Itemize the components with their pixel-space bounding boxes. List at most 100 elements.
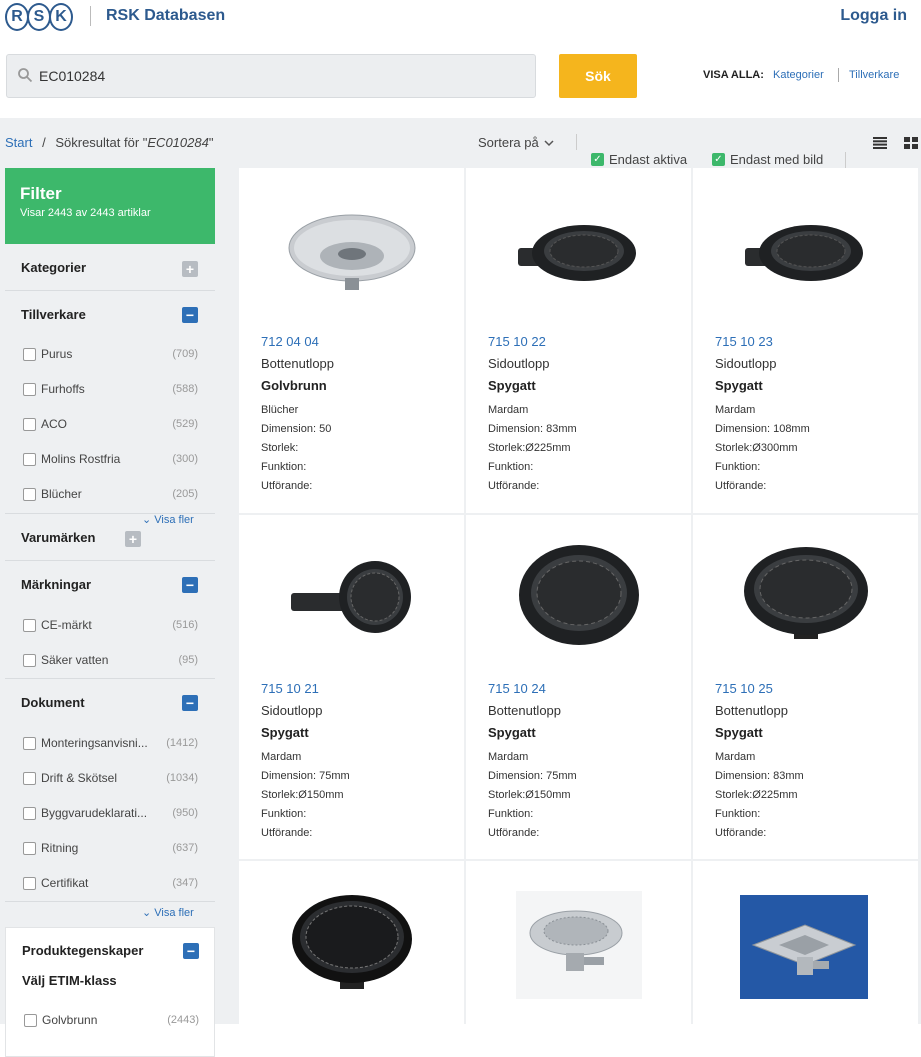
filter-option[interactable]: ACO (529)	[23, 417, 198, 431]
product-function: Funktion:	[261, 461, 307, 473]
breadcrumb-text: Sökresultat för "	[55, 135, 148, 150]
only-image-checkbox[interactable]: ✓ Endast med bild	[712, 152, 823, 167]
product-image[interactable]	[693, 168, 918, 328]
section-title[interactable]: Dokument	[21, 695, 85, 710]
product-number[interactable]: 715 10 25	[715, 681, 773, 696]
product-image[interactable]	[466, 168, 691, 328]
product-card[interactable]: 712 04 04 Bottenutlopp Golvbrunn Blücher…	[239, 168, 464, 513]
product-image[interactable]	[239, 515, 464, 675]
collapse-icon[interactable]: −	[182, 307, 198, 323]
option-count: (637)	[172, 842, 198, 854]
show-more-link[interactable]: ⌄ Visa fler	[142, 513, 194, 526]
section-title[interactable]: Varumärken	[21, 530, 95, 545]
collapse-icon[interactable]: −	[182, 695, 198, 711]
login-link[interactable]: Logga in	[840, 7, 907, 25]
filter-option[interactable]: Purus (709)	[23, 347, 198, 361]
product-dimension: Dimension: 75mm	[488, 770, 577, 782]
only-active-checkbox[interactable]: ✓ Endast aktiva	[591, 152, 687, 167]
product-number[interactable]: 715 10 24	[488, 681, 546, 696]
product-size: Storlek:	[261, 442, 299, 454]
search-button[interactable]: Sök	[559, 54, 637, 98]
brand-title[interactable]: RSK Databasen	[106, 7, 225, 25]
product-number[interactable]: 715 10 21	[261, 681, 319, 696]
product-size: Storlek:Ø150mm	[261, 789, 344, 801]
product-function: Funktion:	[488, 808, 534, 820]
checkbox[interactable]	[23, 347, 36, 361]
product-function: Funktion:	[715, 808, 761, 820]
filter-header: Filter Visar 2443 av 2443 artiklar	[5, 168, 215, 244]
checkbox[interactable]	[23, 618, 36, 632]
section-title[interactable]: Kategorier	[21, 260, 86, 275]
product-card[interactable]	[693, 861, 918, 1024]
filter-option[interactable]: Säker vatten (95)	[23, 653, 198, 667]
product-card[interactable]	[239, 861, 464, 1024]
list-view-icon[interactable]	[873, 137, 887, 149]
checkbox[interactable]	[23, 771, 36, 785]
option-label: CE-märkt	[41, 618, 92, 632]
visa-tillverkare-link[interactable]: Tillverkare	[849, 69, 899, 81]
product-dimension: Dimension: 50	[261, 423, 332, 435]
product-card[interactable]	[466, 861, 691, 1024]
visa-kategorier-link[interactable]: Kategorier	[773, 69, 824, 81]
filter-option[interactable]: Blücher (205)	[23, 487, 198, 501]
sort-dropdown[interactable]: Sortera på	[478, 135, 554, 150]
only-image-label: Endast med bild	[730, 152, 824, 167]
product-design: Utförande:	[261, 480, 313, 492]
checkbox[interactable]	[24, 1013, 37, 1027]
section-title[interactable]: Tillverkare	[21, 307, 86, 322]
filter-option[interactable]: Furhoffs (588)	[23, 382, 198, 396]
checkbox[interactable]	[23, 806, 36, 820]
product-image[interactable]	[466, 861, 691, 1021]
filter-option[interactable]: CE-märkt (516)	[23, 618, 198, 632]
option-label: Drift & Skötsel	[41, 771, 118, 785]
breadcrumb-start-link[interactable]: Start	[5, 135, 32, 150]
product-number[interactable]: 712 04 04	[261, 334, 319, 349]
filter-option[interactable]: Byggvarudeklarati... (950)	[23, 806, 198, 820]
checkbox[interactable]	[23, 876, 36, 890]
expand-icon[interactable]: +	[182, 261, 198, 277]
breadcrumb: Start / Sökresultat för "EC010284"	[5, 135, 213, 150]
checkbox[interactable]	[23, 736, 36, 750]
product-image[interactable]	[239, 861, 464, 1021]
checkbox[interactable]	[23, 417, 36, 431]
chevron-down-icon	[544, 140, 554, 147]
product-type: Sidoutlopp	[715, 356, 777, 371]
option-count: (709)	[172, 348, 198, 360]
checkbox[interactable]	[23, 452, 36, 466]
filter-option[interactable]: Ritning (637)	[23, 841, 198, 855]
breadcrumb-quote: "	[208, 135, 214, 150]
rsk-logo[interactable]: R S K	[5, 3, 73, 31]
search-input[interactable]	[39, 55, 519, 97]
checkbox[interactable]	[23, 487, 36, 501]
product-image[interactable]	[239, 168, 464, 328]
product-card[interactable]: 715 10 21 Sidoutlopp Spygatt Mardam Dime…	[239, 515, 464, 859]
product-image[interactable]	[466, 515, 691, 675]
checkbox[interactable]	[23, 382, 36, 396]
filter-option[interactable]: Drift & Skötsel (1034)	[23, 771, 198, 785]
filter-option[interactable]: Molins Rostfria (300)	[23, 452, 198, 466]
collapse-icon[interactable]: −	[183, 943, 199, 959]
section-tillverkare: Tillverkare − Purus (709) Furhoffs (588) A…	[5, 291, 215, 514]
filter-option[interactable]: Golvbrunn (2443)	[24, 1013, 199, 1027]
product-card[interactable]: 715 10 22 Sidoutlopp Spygatt Mardam Dime…	[466, 168, 691, 513]
filter-option[interactable]: Certifikat (347)	[23, 876, 198, 890]
product-dimension: Dimension: 108mm	[715, 423, 810, 435]
product-function: Funktion:	[488, 461, 534, 473]
product-image[interactable]	[693, 515, 918, 675]
grid-view-icon[interactable]	[904, 137, 918, 149]
filter-option[interactable]: Monteringsanvisni... (1412)	[23, 736, 198, 750]
product-category: Spygatt	[488, 725, 536, 740]
product-card[interactable]: 715 10 24 Bottenutlopp Spygatt Mardam Di…	[466, 515, 691, 859]
product-image[interactable]	[693, 861, 918, 1021]
section-title[interactable]: Produktegenskaper	[22, 943, 143, 958]
section-title[interactable]: Märkningar	[21, 577, 91, 592]
expand-icon[interactable]: +	[125, 531, 141, 547]
checkbox[interactable]	[23, 841, 36, 855]
product-number[interactable]: 715 10 23	[715, 334, 773, 349]
checkbox[interactable]	[23, 653, 36, 667]
collapse-icon[interactable]: −	[182, 577, 198, 593]
product-type: Sidoutlopp	[488, 356, 550, 371]
product-card[interactable]: 715 10 23 Sidoutlopp Spygatt Mardam Dime…	[693, 168, 918, 513]
product-number[interactable]: 715 10 22	[488, 334, 546, 349]
product-card[interactable]: 715 10 25 Bottenutlopp Spygatt Mardam Di…	[693, 515, 918, 859]
